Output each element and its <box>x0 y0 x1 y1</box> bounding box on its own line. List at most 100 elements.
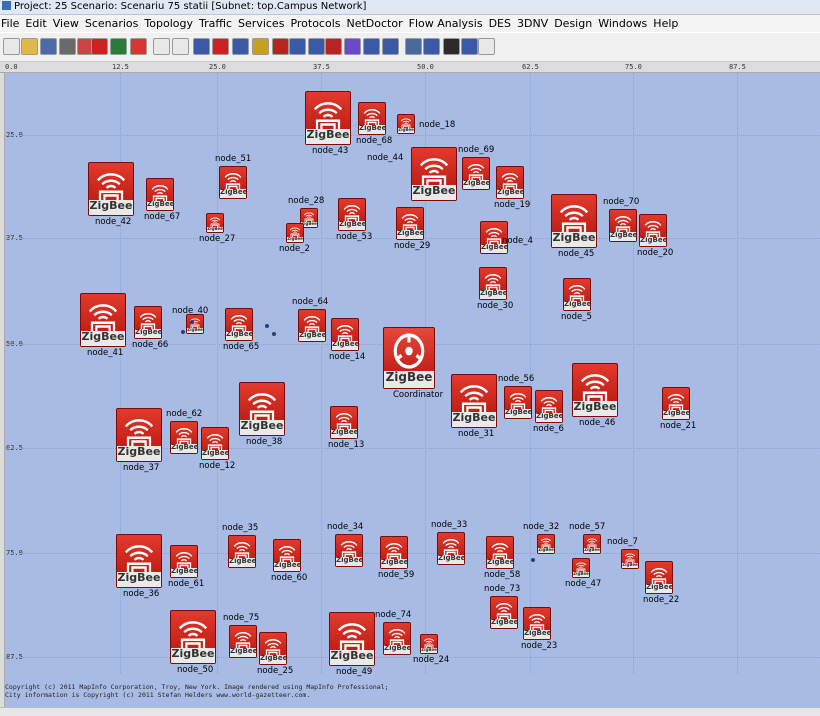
node-label: node_60 <box>271 573 308 583</box>
node-label: node_21 <box>660 421 697 431</box>
save-icon[interactable] <box>40 38 57 55</box>
menu-3dnv[interactable]: 3DNV <box>516 15 553 32</box>
dashboard-icon[interactable] <box>461 38 478 55</box>
node-label: node_28 <box>288 196 325 206</box>
menu-flow-analysis[interactable]: Flow Analysis <box>408 15 488 32</box>
link-marker <box>531 558 535 562</box>
node-label: node_68 <box>356 136 393 146</box>
zigbee-caption: ZigBee <box>331 429 357 438</box>
node-label: node_5 <box>561 312 592 322</box>
menu-file[interactable]: File <box>0 15 24 32</box>
flow-analysis-icon[interactable] <box>405 38 422 55</box>
menu-topology[interactable]: Topology <box>143 15 198 32</box>
zigbee-device-icon: ZigBee <box>639 214 667 247</box>
menu-traffic[interactable]: Traffic <box>198 15 237 32</box>
horizontal-scrollbar[interactable] <box>0 707 820 716</box>
chart-icon[interactable] <box>363 38 380 55</box>
node-label: node_75 <box>223 613 260 623</box>
menu-netdoctor[interactable]: NetDoctor <box>346 15 408 32</box>
zigbee-device-icon: ZigBee <box>662 387 690 420</box>
node-label: node_53 <box>336 232 373 242</box>
hierarchy-icon[interactable] <box>272 38 289 55</box>
netdoctor-icon[interactable] <box>423 38 440 55</box>
project-workspace[interactable]: 0.0 12.5 25.0 37.5 50.0 62.5 75.0 87.5 Copyrigh… <box>0 62 820 716</box>
zigbee-device-icon: ZigBee <box>490 596 518 629</box>
zigbee-device-icon: ZigBee <box>116 408 162 462</box>
zigbee-caption: ZigBee <box>584 547 600 553</box>
menu-design[interactable]: Design <box>553 15 597 32</box>
zigbee-device-icon: ZigBee <box>383 622 411 655</box>
fail-recover-icon[interactable] <box>130 38 147 55</box>
help-icon[interactable] <box>478 38 495 55</box>
zigbee-caption: ZigBee <box>240 420 284 435</box>
edit-attributes-icon[interactable] <box>325 38 342 55</box>
node-label: node_61 <box>168 579 205 589</box>
node-label: node_41 <box>87 348 124 358</box>
menu-help[interactable]: Help <box>652 15 683 32</box>
node-label: node_40 <box>172 306 209 316</box>
import-traffic-icon[interactable] <box>193 38 210 55</box>
ruler-tick-label: 87.5 <box>729 63 746 71</box>
node-label: node_35 <box>222 523 259 533</box>
menu-des[interactable]: DES <box>488 15 516 32</box>
zigbee-device-icon: ZigBee <box>486 536 514 569</box>
rapid-config-icon[interactable] <box>344 38 361 55</box>
zigbee-device-icon: ZigBee <box>583 534 601 554</box>
ruler-tick-label: 0.0 <box>5 63 18 71</box>
zigbee-device-icon: ZigBee <box>551 194 597 248</box>
menu-edit[interactable]: Edit <box>24 15 51 32</box>
report-icon[interactable] <box>443 38 460 55</box>
zigbee-device-icon: ZigBee <box>229 625 257 658</box>
export-icon[interactable] <box>232 38 249 55</box>
zigbee-caption: ZigBee <box>117 572 161 587</box>
zigbee-caption: ZigBee <box>171 568 197 577</box>
menu-windows[interactable]: Windows <box>597 15 652 32</box>
zigbee-caption: ZigBee <box>452 412 496 427</box>
link-marker <box>265 324 269 328</box>
menu-protocols[interactable]: Protocols <box>289 15 345 32</box>
zigbee-device-icon: ZigBee <box>228 535 256 568</box>
import-topology-icon[interactable] <box>212 38 229 55</box>
node-label: node_70 <box>603 197 640 207</box>
ruler-tick-label: 75.0 <box>625 63 642 71</box>
configure-run-icon[interactable] <box>252 38 269 55</box>
zigbee-device-icon: ZigBee <box>259 632 287 665</box>
grid-line <box>530 73 531 673</box>
zigbee-caption: ZigBee <box>640 237 666 246</box>
zigbee-caption: ZigBee <box>306 129 350 144</box>
new-file-icon[interactable] <box>3 38 20 55</box>
zigbee-device-icon: ZigBee <box>170 545 198 578</box>
zigbee-caption: ZigBee <box>524 630 550 639</box>
node-label: node_50 <box>177 665 214 675</box>
node-label: node_64 <box>292 297 329 307</box>
open-folder-icon[interactable] <box>21 38 38 55</box>
zigbee-device-icon: ZigBee <box>239 382 285 436</box>
zigbee-device-icon: ZigBee <box>572 363 618 417</box>
node-label: node_74 <box>375 610 412 620</box>
verify-links-icon[interactable] <box>110 38 127 55</box>
grid-line <box>737 73 738 673</box>
node-label: node_14 <box>329 352 366 362</box>
zigbee-device-icon: ZigBee <box>298 309 326 342</box>
menu-view[interactable]: View <box>52 15 84 32</box>
node-label: node_27 <box>199 234 236 244</box>
layout-icon[interactable] <box>289 38 306 55</box>
zigbee-device-icon: ZigBee <box>170 421 198 454</box>
zigbee-device-icon: ZigBee <box>80 293 126 347</box>
left-ruler <box>0 73 5 716</box>
zoom-in-icon[interactable] <box>153 38 170 55</box>
zigbee-caption: ZigBee <box>135 329 161 338</box>
menu-scenarios[interactable]: Scenarios <box>84 15 144 32</box>
zoom-out-icon[interactable] <box>172 38 189 55</box>
ruler-tick-label: 37.5 <box>313 63 330 71</box>
results-icon[interactable] <box>382 38 399 55</box>
menu-services[interactable]: Services <box>237 15 289 32</box>
print-icon[interactable] <box>59 38 76 55</box>
zigbee-caption: ZigBee <box>538 547 554 553</box>
device-config-icon[interactable] <box>308 38 325 55</box>
object-palette-icon[interactable] <box>91 38 108 55</box>
zigbee-device-icon: ZigBee <box>225 308 253 341</box>
zigbee-caption: ZigBee <box>552 232 596 247</box>
zigbee-caption: ZigBee <box>505 409 531 418</box>
zigbee-caption: ZigBee <box>398 127 414 133</box>
